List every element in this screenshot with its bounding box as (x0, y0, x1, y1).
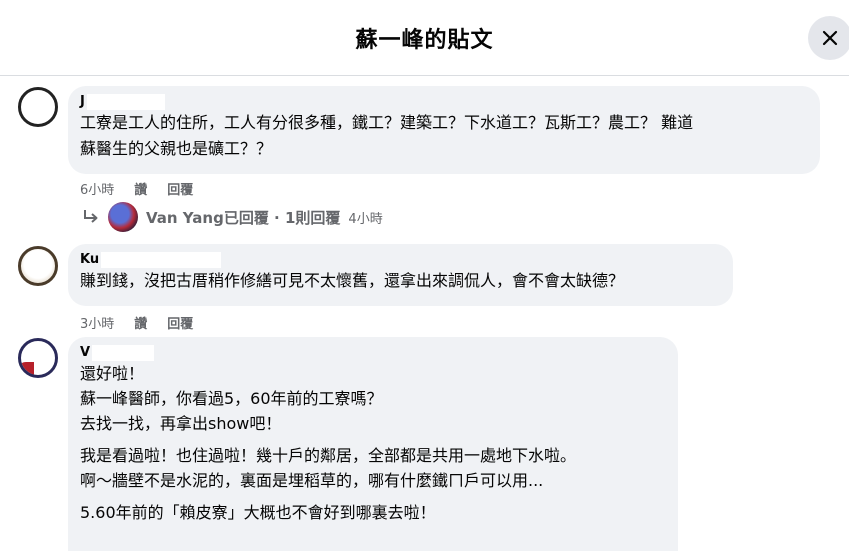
comment-bubble: V 還好啦！ 蘇一峰醫師，你看過5，60年前的工寮嗎？ 去找一找，再拿出show… (68, 337, 678, 551)
close-button[interactable] (808, 16, 849, 60)
comment-bubble: J 工寮是工人的住所，工人有分很多種，鐵工？建築工？下水道工？瓦斯工？農工？ 難… (68, 86, 820, 174)
like-button[interactable]: 讚 (134, 313, 147, 332)
comment-actions: 3小時 讚 回覆 (80, 313, 193, 332)
comment-actions: 6小時 讚 回覆 (80, 179, 193, 198)
reply-summary-text[interactable]: Van Yang已回覆 · 1則回覆 (146, 207, 340, 228)
post-dialog-header: 蘇一峰的貼文 (0, 0, 849, 76)
comment-time[interactable]: 6小時 (80, 179, 114, 198)
redacted-name (92, 345, 155, 361)
comment-paragraph: 還好啦！ 蘇一峰醫師，你看過5，60年前的工寮嗎？ 去找一找，再拿出show吧！ (80, 364, 383, 433)
reply-button[interactable]: 回覆 (167, 179, 193, 198)
avatar[interactable] (18, 338, 58, 378)
comment-author[interactable]: Ku (80, 252, 99, 268)
avatar[interactable] (18, 87, 58, 127)
comment-bubble: Ku 賺到錢，沒把古厝稍作修繕可見不太懷舊，還拿出來調侃人，會不會太缺德？ (68, 244, 733, 306)
comment-author[interactable]: V (80, 345, 90, 361)
comment-paragraph: 5.60年前的「賴皮寮」大概也不會好到哪裏去啦！ (80, 503, 436, 522)
reply-time: 4小時 (348, 211, 383, 227)
dialog-title: 蘇一峰的貼文 (355, 28, 494, 53)
reply-button[interactable]: 回覆 (167, 313, 193, 332)
comment-time[interactable]: 3小時 (80, 313, 114, 332)
reply-arrow-icon (84, 210, 98, 223)
like-button[interactable]: 讚 (134, 179, 147, 198)
redacted-name (86, 94, 165, 110)
comment-paragraph: 我是看過啦！也住過啦！幾十戶的鄰居，全部都是共用一處地下水啦。 啊～牆壁不是水泥… (80, 446, 577, 490)
avatar[interactable] (18, 246, 58, 286)
avatar (108, 202, 138, 232)
comment-author[interactable]: J (80, 94, 85, 110)
comment-text: 賺到錢，沒把古厝稍作修繕可見不太懷舊，還拿出來調侃人，會不會太缺德？ (80, 271, 625, 290)
view-replies-link[interactable]: Van Yang已回覆 · 1則回覆 4小時 (82, 200, 383, 234)
redacted-name (101, 252, 222, 268)
comment-text: 工寮是工人的住所，工人有分很多種，鐵工？建築工？下水道工？瓦斯工？農工？ 難道 … (80, 113, 694, 158)
close-icon (822, 30, 838, 46)
